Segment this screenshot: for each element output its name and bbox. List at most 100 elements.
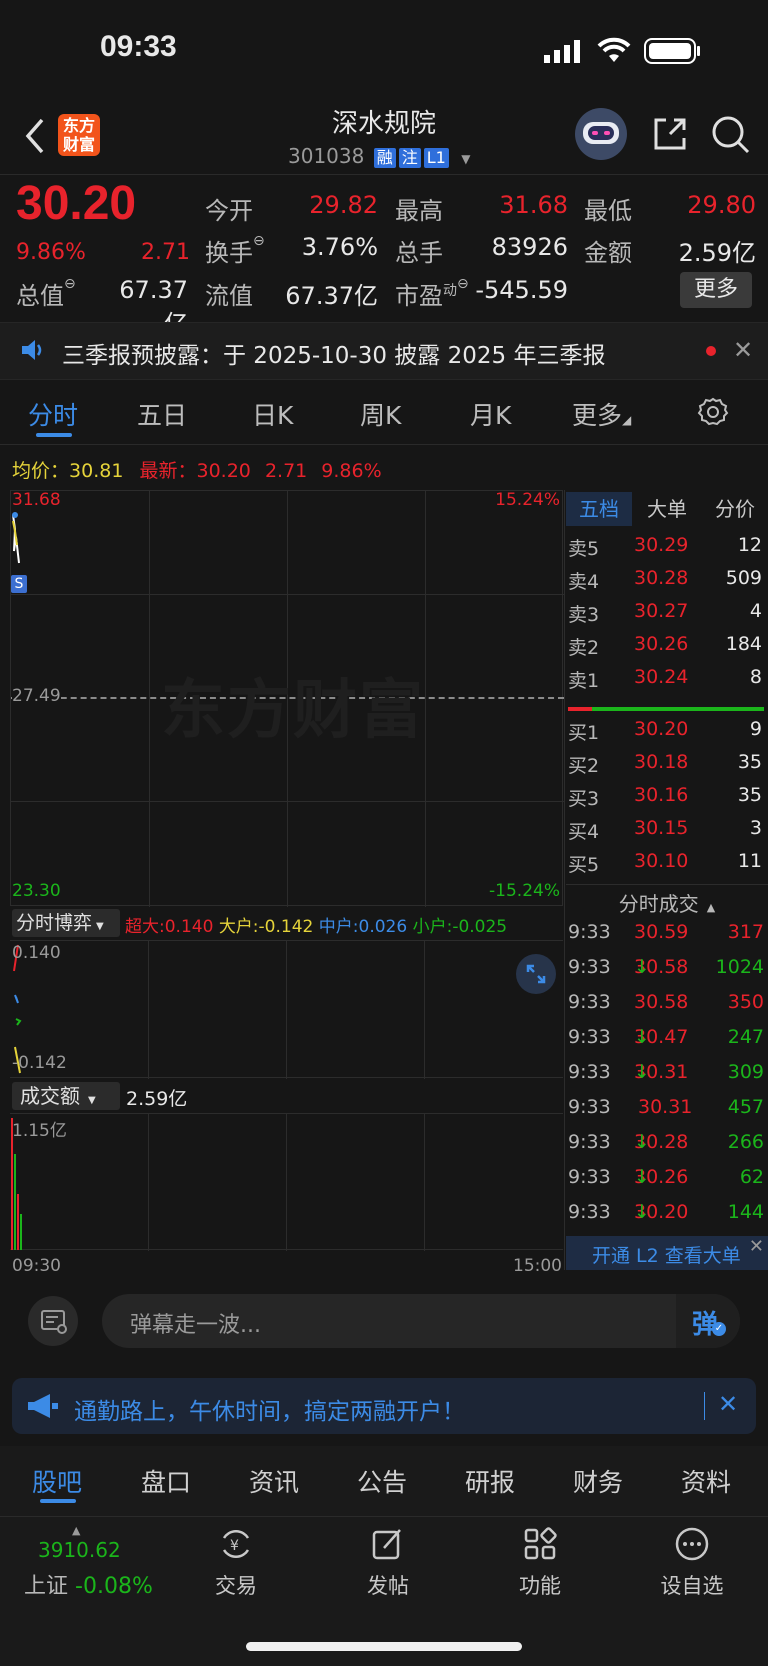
game-ymax: 0.140 xyxy=(12,943,61,963)
buy-2-row[interactable]: 买2 30.18 35 xyxy=(568,751,768,784)
trades-title[interactable]: 分时成交 ▲ xyxy=(566,888,768,917)
danmu-input[interactable]: 弹幕走一波... 弹 ✓ xyxy=(102,1294,740,1348)
tab-more[interactable]: 更多◢ xyxy=(572,396,631,432)
tab-five-level[interactable]: 五档 xyxy=(566,492,632,526)
close-icon[interactable]: ✕ xyxy=(733,336,753,364)
high-value: 31.68 xyxy=(499,191,568,219)
post-icon[interactable] xyxy=(370,1526,406,1566)
tab-daily-k[interactable]: 日K xyxy=(252,396,293,432)
sell-1-row[interactable]: 卖1 30.24 8 xyxy=(568,666,768,699)
trade-row: 9:33 30.58 ↓ 1024 xyxy=(568,956,764,978)
info-icon[interactable]: ⊖ xyxy=(253,233,265,249)
index-row: 上证 -0.08% xyxy=(24,1574,153,1599)
tab-active-underline xyxy=(36,433,72,437)
battery-icon xyxy=(644,38,702,68)
signal-icon xyxy=(544,40,584,68)
buy-4-row[interactable]: 买4 30.15 3 xyxy=(568,817,768,850)
section-pankou[interactable]: 盘口 xyxy=(141,1463,191,1499)
game-legend: 超大:0.140 大户:-0.142 中户:0.026 小户:-0.025 xyxy=(125,917,508,937)
more-button[interactable]: 更多 xyxy=(680,272,752,308)
volume-chart[interactable] xyxy=(10,1113,563,1251)
tab-monthly-k[interactable]: 月K xyxy=(470,396,511,432)
trade-icon[interactable]: ¥ xyxy=(218,1526,254,1566)
x-axis-end: 15:00 xyxy=(513,1256,562,1276)
info-icon[interactable]: ⊖ xyxy=(64,276,76,292)
wifi-icon xyxy=(596,36,632,68)
sell-5-row[interactable]: 卖5 30.29 12 xyxy=(568,534,768,567)
avg-price: 30.81 xyxy=(69,460,124,482)
bid-ask-ratio-bar xyxy=(568,707,764,711)
trade-row: 9:33 30.47 ↓ 247 xyxy=(568,1026,764,1048)
chart-bottom-left: 23.30 xyxy=(12,881,61,901)
intraday-chart[interactable]: 东方财富 S xyxy=(10,490,564,907)
mktcap-label: 总值⊖ xyxy=(16,276,76,310)
float-label: 流值 xyxy=(205,282,253,310)
sell-4-row[interactable]: 卖4 30.28 509 xyxy=(568,567,768,600)
section-research[interactable]: 研报 xyxy=(465,1463,515,1499)
trade-row: 9:33 30.31 ↓ 309 xyxy=(568,1061,764,1083)
stock-code: 301038 xyxy=(288,144,365,168)
volume-total: 2.59亿 xyxy=(126,1088,188,1110)
current-price: 30.20 xyxy=(16,177,137,230)
volume-value: 83926 xyxy=(491,233,568,261)
section-news[interactable]: 资讯 xyxy=(249,1463,299,1499)
bottom-post[interactable]: 发帖 xyxy=(328,1570,448,1600)
tab-intraday[interactable]: 分时 xyxy=(28,396,78,432)
bottom-add-watchlist[interactable]: 设自选 xyxy=(632,1570,752,1600)
sell-marker-s[interactable]: S xyxy=(11,575,27,593)
index-widget[interactable]: ▲ 3910.62 上证 -0.08% xyxy=(20,1524,170,1604)
trade-row: 9:33 30.59 317 xyxy=(568,921,764,943)
volume-selector[interactable]: 成交额 ▼ xyxy=(12,1082,120,1110)
turnover-value: 3.76% xyxy=(301,233,378,261)
tag-registered: 注 xyxy=(398,148,421,168)
comment-settings-icon[interactable] xyxy=(28,1296,78,1346)
danmu-send-button[interactable]: 弹 ✓ xyxy=(676,1294,740,1348)
settings-gear-icon[interactable] xyxy=(697,396,729,432)
share-icon[interactable] xyxy=(650,114,690,158)
promo-banner[interactable]: 通勤路上，午休时间，搞定两融开户！ ✕ xyxy=(12,1378,756,1434)
functions-icon[interactable] xyxy=(522,1526,558,1566)
close-icon[interactable]: ✕ xyxy=(749,1236,764,1257)
l2-promo-banner[interactable]: 开通 L2 查看大单 ✕ xyxy=(566,1236,768,1270)
trade-row: 9:33 30.20 ↓ 144 xyxy=(568,1201,764,1223)
expand-icon[interactable] xyxy=(516,954,556,994)
open-label: 今开 xyxy=(205,197,253,225)
speaker-icon xyxy=(20,338,46,366)
tab-big-order[interactable]: 大单 xyxy=(634,492,700,526)
trade-row: 9:33 30.31 457 xyxy=(568,1096,764,1118)
tab-price-dist[interactable]: 分价 xyxy=(702,492,768,526)
svg-text:¥: ¥ xyxy=(230,1538,239,1554)
trade-row: 9:33 30.28 ↓ 266 xyxy=(568,1131,764,1153)
chart-top-right: 15.24% xyxy=(495,490,560,510)
buy-3-row[interactable]: 买3 30.16 35 xyxy=(568,784,768,817)
close-icon[interactable]: ✕ xyxy=(718,1390,738,1418)
bottom-functions[interactable]: 功能 xyxy=(480,1570,600,1600)
open-value: 29.82 xyxy=(309,191,378,219)
buy-1-row[interactable]: 买1 30.20 9 xyxy=(568,718,768,751)
tab-five-day[interactable]: 五日 xyxy=(137,396,187,432)
x-axis-start: 09:30 xyxy=(12,1256,61,1276)
sell-2-row[interactable]: 卖2 30.26 184 xyxy=(568,633,768,666)
pe-value: -545.59 xyxy=(475,276,568,304)
section-profile[interactable]: 资料 xyxy=(681,1463,731,1499)
tab-weekly-k[interactable]: 周K xyxy=(360,396,401,432)
high-label: 最高 xyxy=(395,197,443,225)
info-icon[interactable]: ⊖ xyxy=(457,276,469,292)
section-guba[interactable]: 股吧 xyxy=(32,1463,82,1499)
section-finance[interactable]: 财务 xyxy=(573,1463,623,1499)
game-chart[interactable] xyxy=(10,940,563,1079)
notice-text[interactable]: 三季报预披露：于 2025-10-30 披露 2025 年三季报 xyxy=(62,336,605,370)
low-label: 最低 xyxy=(584,197,632,225)
game-selector[interactable]: 分时博弈 ▼ xyxy=(12,909,120,937)
check-badge-icon: ✓ xyxy=(712,1322,726,1336)
watchlist-icon[interactable] xyxy=(674,1526,710,1566)
buy-5-row[interactable]: 买5 30.10 11 xyxy=(568,850,768,883)
bottom-trade[interactable]: 交易 xyxy=(176,1570,296,1600)
robot-avatar-icon[interactable] xyxy=(575,108,627,160)
float-value: 67.37亿 xyxy=(285,282,378,310)
sell-3-row[interactable]: 卖3 30.27 4 xyxy=(568,600,768,633)
search-icon[interactable] xyxy=(710,114,752,160)
stock-code-row[interactable]: 301038 融注 L1 ▼ xyxy=(288,144,470,168)
section-announcements[interactable]: 公告 xyxy=(357,1463,407,1499)
trade-row: 9:33 30.58 350 xyxy=(568,991,764,1013)
